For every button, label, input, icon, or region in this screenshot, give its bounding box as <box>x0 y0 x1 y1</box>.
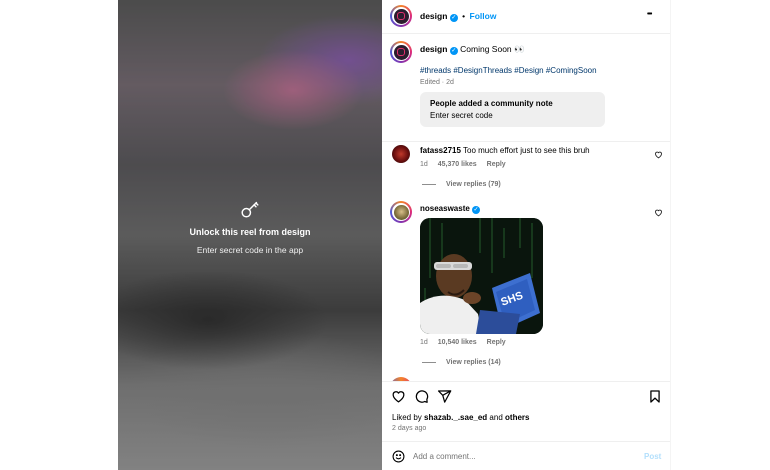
reply-line <box>422 183 436 185</box>
key-icon <box>241 201 259 218</box>
panel-border <box>670 0 671 470</box>
share-send-icon[interactable] <box>437 389 452 404</box>
comment-text: Too much effort just to see this bruh <box>463 146 590 155</box>
like-comment-heart-icon[interactable] <box>654 208 663 217</box>
comment-bubble-icon[interactable] <box>414 389 429 404</box>
caption-meta: Edited · 2d <box>420 79 454 86</box>
comment-reply-button[interactable]: Reply <box>487 161 506 168</box>
liked-by-text: Liked by shazab._.sae_ed and others <box>392 413 530 422</box>
gif-scene: SHS <box>420 218 543 334</box>
separator-dot: • <box>462 11 466 21</box>
author-username[interactable]: design <box>420 11 447 21</box>
caption-divider <box>382 141 670 142</box>
view-replies-button[interactable]: View replies (79) <box>422 181 501 188</box>
community-note-text: Enter secret code <box>430 111 493 120</box>
caption-hashtags[interactable]: #threads #DesignThreads #Design #ComingS… <box>420 66 597 75</box>
footer-divider <box>382 441 670 442</box>
verified-badge-icon: ✓ <box>449 47 458 55</box>
like-comment-heart-icon[interactable] <box>654 150 663 159</box>
comment-likes[interactable]: 10,540 likes <box>438 339 477 346</box>
author-avatar[interactable] <box>390 5 412 27</box>
liked-by-user[interactable]: shazab._.sae_ed <box>424 413 487 422</box>
actions-divider <box>382 381 670 382</box>
save-bookmark-icon[interactable] <box>648 389 662 404</box>
unlock-title: Unlock this reel from design <box>189 227 311 237</box>
add-comment-input[interactable] <box>413 449 623 463</box>
comment-time: 1d <box>420 161 428 168</box>
reply-line <box>422 361 436 363</box>
instagram-logo-icon <box>397 12 405 20</box>
header-divider <box>382 33 670 34</box>
liked-by-others[interactable]: others <box>505 413 529 422</box>
comment-username[interactable]: fatass2715 <box>420 146 461 155</box>
view-replies-button[interactable]: View replies (14) <box>422 359 501 366</box>
commenter-avatar[interactable] <box>390 201 412 223</box>
post-panel: design ✓ • Follow ••• design ✓ Coming So… <box>382 0 670 470</box>
reel-media[interactable]: Unlock this reel from design Enter secre… <box>118 0 382 470</box>
comment-reply-button[interactable]: Reply <box>487 339 506 346</box>
comment-likes[interactable]: 45,370 likes <box>438 161 477 168</box>
community-note[interactable]: People added a community note Enter secr… <box>420 92 605 127</box>
instagram-logo-icon <box>397 48 405 56</box>
post-time-ago: 2 days ago <box>392 425 427 432</box>
caption-username[interactable]: design <box>420 44 447 54</box>
like-heart-icon[interactable] <box>391 389 406 404</box>
more-options-icon[interactable]: ••• <box>647 11 652 18</box>
caption-text: Coming Soon 👀 <box>460 44 525 54</box>
commenter-avatar[interactable] <box>392 145 410 163</box>
comment-username[interactable]: noseaswaste <box>420 204 470 213</box>
emoji-smiley-icon[interactable] <box>392 450 405 463</box>
verified-badge-icon: ✓ <box>472 206 481 214</box>
community-note-title: People added a community note <box>430 99 553 108</box>
post-comment-button[interactable]: Post <box>644 452 661 461</box>
follow-button[interactable]: Follow <box>470 11 497 21</box>
unlock-subtitle: Enter secret code in the app <box>196 245 304 255</box>
comment-time: 1d <box>420 339 428 346</box>
caption-avatar[interactable] <box>390 41 412 63</box>
verified-badge-icon: ✓ <box>449 14 458 22</box>
comment-gif-image[interactable]: SHS <box>420 218 543 334</box>
